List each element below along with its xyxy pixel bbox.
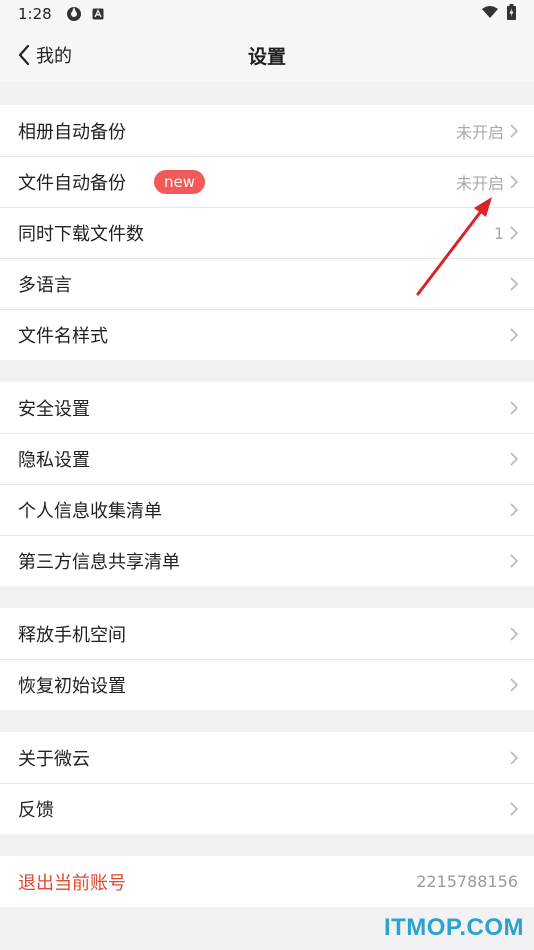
- setting-concurrent-downloads[interactable]: 同时下载文件数 1: [0, 207, 534, 258]
- settings-group-general: 相册自动备份 未开启 文件自动备份 new 未开启 同时下载文件数 1 多语言 …: [0, 105, 534, 360]
- setting-label: 多语言: [18, 275, 72, 296]
- account-number: 2215788156: [416, 872, 518, 891]
- chevron-right-icon: [510, 277, 518, 291]
- setting-label: 安全设置: [18, 398, 90, 420]
- setting-label: 同时下载文件数: [18, 224, 144, 245]
- setting-file-backup[interactable]: 文件自动备份 new 未开启: [0, 156, 534, 207]
- setting-reset[interactable]: 恢复初始设置: [0, 659, 534, 710]
- chevron-right-icon: [510, 175, 518, 189]
- setting-label: 恢复初始设置: [18, 676, 126, 697]
- nav-bar: 我的 设置: [0, 28, 534, 82]
- setting-personal-info-list[interactable]: 个人信息收集清单: [0, 484, 534, 535]
- setting-label: 相册自动备份: [18, 121, 126, 143]
- setting-label: 文件自动备份: [18, 173, 126, 194]
- chevron-right-icon: [510, 802, 518, 816]
- chevron-left-icon: [18, 44, 30, 66]
- setting-security[interactable]: 安全设置: [0, 382, 534, 433]
- chevron-right-icon: [510, 123, 518, 138]
- chevron-right-icon: [510, 503, 518, 517]
- setting-value: 未开启: [455, 174, 504, 193]
- settings-group-about: 关于微云 反馈: [0, 732, 534, 834]
- setting-label: 第三方信息共享清单: [18, 552, 180, 573]
- chevron-right-icon: [510, 750, 518, 765]
- battery-icon: [507, 4, 516, 24]
- new-badge: new: [154, 170, 206, 194]
- setting-about[interactable]: 关于微云: [0, 732, 534, 783]
- back-button[interactable]: 我的: [0, 42, 72, 68]
- setting-label: 文件名样式: [18, 326, 108, 347]
- setting-label: 反馈: [18, 800, 54, 821]
- setting-feedback[interactable]: 反馈: [0, 783, 534, 834]
- chevron-right-icon: [510, 226, 518, 240]
- status-time: 1:28: [18, 5, 52, 23]
- setting-filename-style[interactable]: 文件名样式: [0, 309, 534, 360]
- logout-label: 退出当前账号: [18, 872, 126, 894]
- watermark: ITMOP.COM: [383, 914, 524, 941]
- setting-label: 释放手机空间: [18, 624, 126, 646]
- setting-value: 1: [493, 223, 504, 243]
- logout-button[interactable]: 退出当前账号 2215788156: [0, 856, 534, 907]
- chevron-right-icon: [510, 626, 518, 641]
- setting-value: 未开启: [455, 122, 504, 142]
- settings-group-storage: 释放手机空间 恢复初始设置: [0, 608, 534, 710]
- setting-album-backup[interactable]: 相册自动备份 未开启: [0, 105, 534, 156]
- setting-label: 个人信息收集清单: [18, 501, 162, 522]
- logout-group: 退出当前账号 2215788156: [0, 856, 534, 907]
- setting-label: 隐私设置: [18, 450, 90, 471]
- settings-group-privacy: 安全设置 隐私设置 个人信息收集清单 第三方信息共享清单: [0, 382, 534, 586]
- setting-third-party-sharing[interactable]: 第三方信息共享清单: [0, 535, 534, 586]
- setting-privacy[interactable]: 隐私设置: [0, 433, 534, 484]
- app-notification-icon: [92, 8, 104, 20]
- chevron-right-icon: [510, 554, 518, 568]
- sync-icon: [66, 6, 82, 22]
- setting-free-space[interactable]: 释放手机空间: [0, 608, 534, 659]
- chevron-right-icon: [510, 452, 518, 466]
- wifi-icon: [481, 5, 499, 23]
- status-bar: 1:28: [0, 0, 534, 28]
- back-label: 我的: [36, 46, 72, 67]
- setting-language[interactable]: 多语言: [0, 258, 534, 309]
- page-title: 设置: [247, 45, 286, 68]
- setting-label: 关于微云: [18, 748, 90, 770]
- chevron-right-icon: [510, 678, 518, 692]
- chevron-right-icon: [510, 328, 518, 342]
- chevron-right-icon: [510, 400, 518, 415]
